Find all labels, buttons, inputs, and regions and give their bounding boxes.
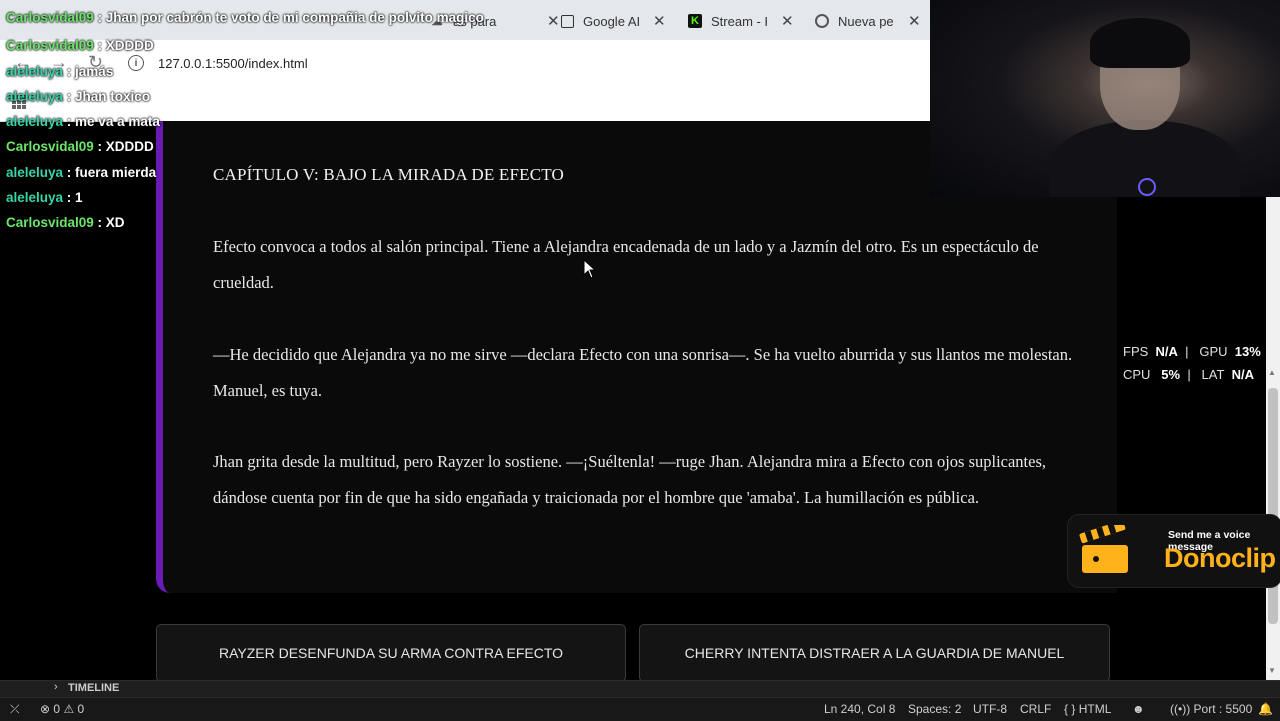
tab-title: Google AI xyxy=(583,13,639,29)
status-bar: ⤫ ⊗ 0 ⚠ 0 Ln 240, Col 8 Spaces: 2 UTF-8 … xyxy=(0,697,1280,721)
chat-message: Carlosvidal09 : XDDDD xyxy=(6,38,154,53)
line-ending[interactable]: CRLF xyxy=(1020,702,1051,716)
chat-text: me va a mata xyxy=(75,114,160,129)
streamer-hair xyxy=(1090,18,1190,68)
chapter-title: CAPÍTULO V: BAJO LA MIRADA DE EFECTO xyxy=(213,165,565,184)
cpu-value: 5% xyxy=(1161,367,1181,382)
chat-text: Jhan toxico xyxy=(75,89,151,104)
tab-title: Stream - K xyxy=(711,13,767,29)
chat-username: aleleluya xyxy=(6,114,64,129)
tab-title: Nueva pes xyxy=(838,13,894,29)
scrollbar-thumb[interactable] xyxy=(1268,388,1278,624)
chat-username: aleleluya xyxy=(6,64,64,79)
live-server-port[interactable]: ((•)) Port : 5500 xyxy=(1170,702,1252,716)
fps-value: N/A xyxy=(1155,344,1178,359)
ring-light-icon xyxy=(1138,178,1156,196)
chat-text: Jhan por cabrón te voto de mi compañia d… xyxy=(105,10,484,25)
chat-text: 1 xyxy=(75,190,83,205)
chat-text: fuera mierda xyxy=(75,165,157,180)
language-mode[interactable]: { } HTML xyxy=(1064,702,1111,716)
braces-icon: { } xyxy=(1064,702,1076,716)
timeline-label: TIMELINE xyxy=(68,682,120,694)
tab-4[interactable]: Nueva pes ✕ xyxy=(815,4,921,38)
donoclip-brand: Donoclip xyxy=(1164,543,1276,573)
lat-value: N/A xyxy=(1231,367,1255,382)
scroll-down-icon[interactable]: ▼ xyxy=(1268,666,1276,675)
gpu-value: 13% xyxy=(1234,344,1261,359)
chat-message: aleleluya : fuera mierda xyxy=(6,165,157,180)
site-info-icon[interactable]: i xyxy=(128,55,144,71)
google-ai-icon xyxy=(561,14,574,28)
chat-message: aleleluya : me va a mata xyxy=(6,114,160,129)
story-paragraph: Efecto convoca a todos al salón principa… xyxy=(213,237,1039,292)
chat-text: XDDDD xyxy=(105,139,154,154)
chat-message: aleleluya : 1 xyxy=(6,190,83,205)
kick-icon: K xyxy=(688,14,702,28)
perf-row: FPS N/A | GPU 13% xyxy=(1123,344,1261,359)
remote-icon[interactable]: ⤫ xyxy=(10,702,20,717)
donoclip-widget: Send me a voice message Donoclip xyxy=(1067,514,1280,588)
error-icon: ⊗ xyxy=(40,702,51,716)
scroll-up-icon[interactable]: ▲ xyxy=(1268,368,1276,377)
url-text: 127.0.0.1:5500/index.html xyxy=(158,55,308,71)
radio-icon: ((•)) xyxy=(1170,702,1191,716)
story-paragraph: —He decidido que Alejandra ya no me sirv… xyxy=(213,345,1073,400)
choice-button-rayzer[interactable]: RAYZER DESENFUNDA SU ARMA CONTRA EFECTO xyxy=(156,624,626,682)
timeline-panel-header[interactable]: › TIMELINE xyxy=(0,680,1280,698)
problems-indicator[interactable]: ⊗ 0 ⚠ 0 xyxy=(40,702,84,716)
chat-username: aleleluya xyxy=(6,190,64,205)
chat-username: aleleluya xyxy=(6,89,64,104)
chat-message: aleleluya : jamás xyxy=(6,64,114,79)
chat-text: XD xyxy=(105,215,125,230)
chat-username: Carlosvidal09 xyxy=(6,215,94,230)
cursor-position[interactable]: Ln 240, Col 8 xyxy=(824,702,895,716)
close-icon[interactable]: ✕ xyxy=(653,12,666,30)
tab-3[interactable]: K Stream - K ✕ xyxy=(688,4,794,38)
close-icon[interactable]: ✕ xyxy=(547,12,560,30)
clapperboard-icon xyxy=(1079,525,1128,573)
chat-message: aleleluya : Jhan toxico xyxy=(6,89,151,104)
mouse-cursor-icon xyxy=(583,259,596,279)
perf-row: CPU 5% | LAT N/A xyxy=(1123,367,1255,382)
chat-text: XDDDD xyxy=(105,38,154,53)
webcam-feed xyxy=(930,0,1280,197)
encoding[interactable]: UTF-8 xyxy=(973,702,1007,716)
address-bar[interactable]: i 127.0.0.1:5500/index.html xyxy=(128,49,908,77)
chat-message: Carlosvidal09 : XD xyxy=(6,215,125,230)
close-icon[interactable]: ✕ xyxy=(781,12,794,30)
warning-icon: ⚠ xyxy=(63,702,75,716)
performance-overlay: FPS N/A | GPU 13% CPU 5% | LAT N/A xyxy=(1123,340,1261,386)
chat-username: Carlosvidal09 xyxy=(6,38,94,53)
chat-text: jamás xyxy=(75,64,114,79)
chevron-right-icon[interactable]: › xyxy=(54,681,58,693)
chat-message: Carlosvidal09 : XDDDD xyxy=(6,139,154,154)
indentation[interactable]: Spaces: 2 xyxy=(908,702,961,716)
chat-message: Carlosvidal09 : Jhan por cabrón te voto … xyxy=(6,10,484,25)
tab-2[interactable]: Google AI ✕ xyxy=(561,4,666,38)
choice-button-cherry[interactable]: CHERRY INTENTA DISTRAER A LA GUARDIA DE … xyxy=(639,624,1110,682)
close-icon[interactable]: ✕ xyxy=(908,12,921,30)
chrome-icon xyxy=(815,14,829,28)
chat-username: Carlosvidal09 xyxy=(6,10,94,25)
chat-username: Carlosvidal09 xyxy=(6,139,94,154)
story-paragraph: Jhan grita desde la multitud, pero Rayze… xyxy=(213,452,1047,507)
notifications-bell-icon[interactable]: 🔔 xyxy=(1258,702,1273,716)
chat-username: aleleluya xyxy=(6,165,64,180)
copilot-icon[interactable]: ☻ xyxy=(1132,702,1145,716)
